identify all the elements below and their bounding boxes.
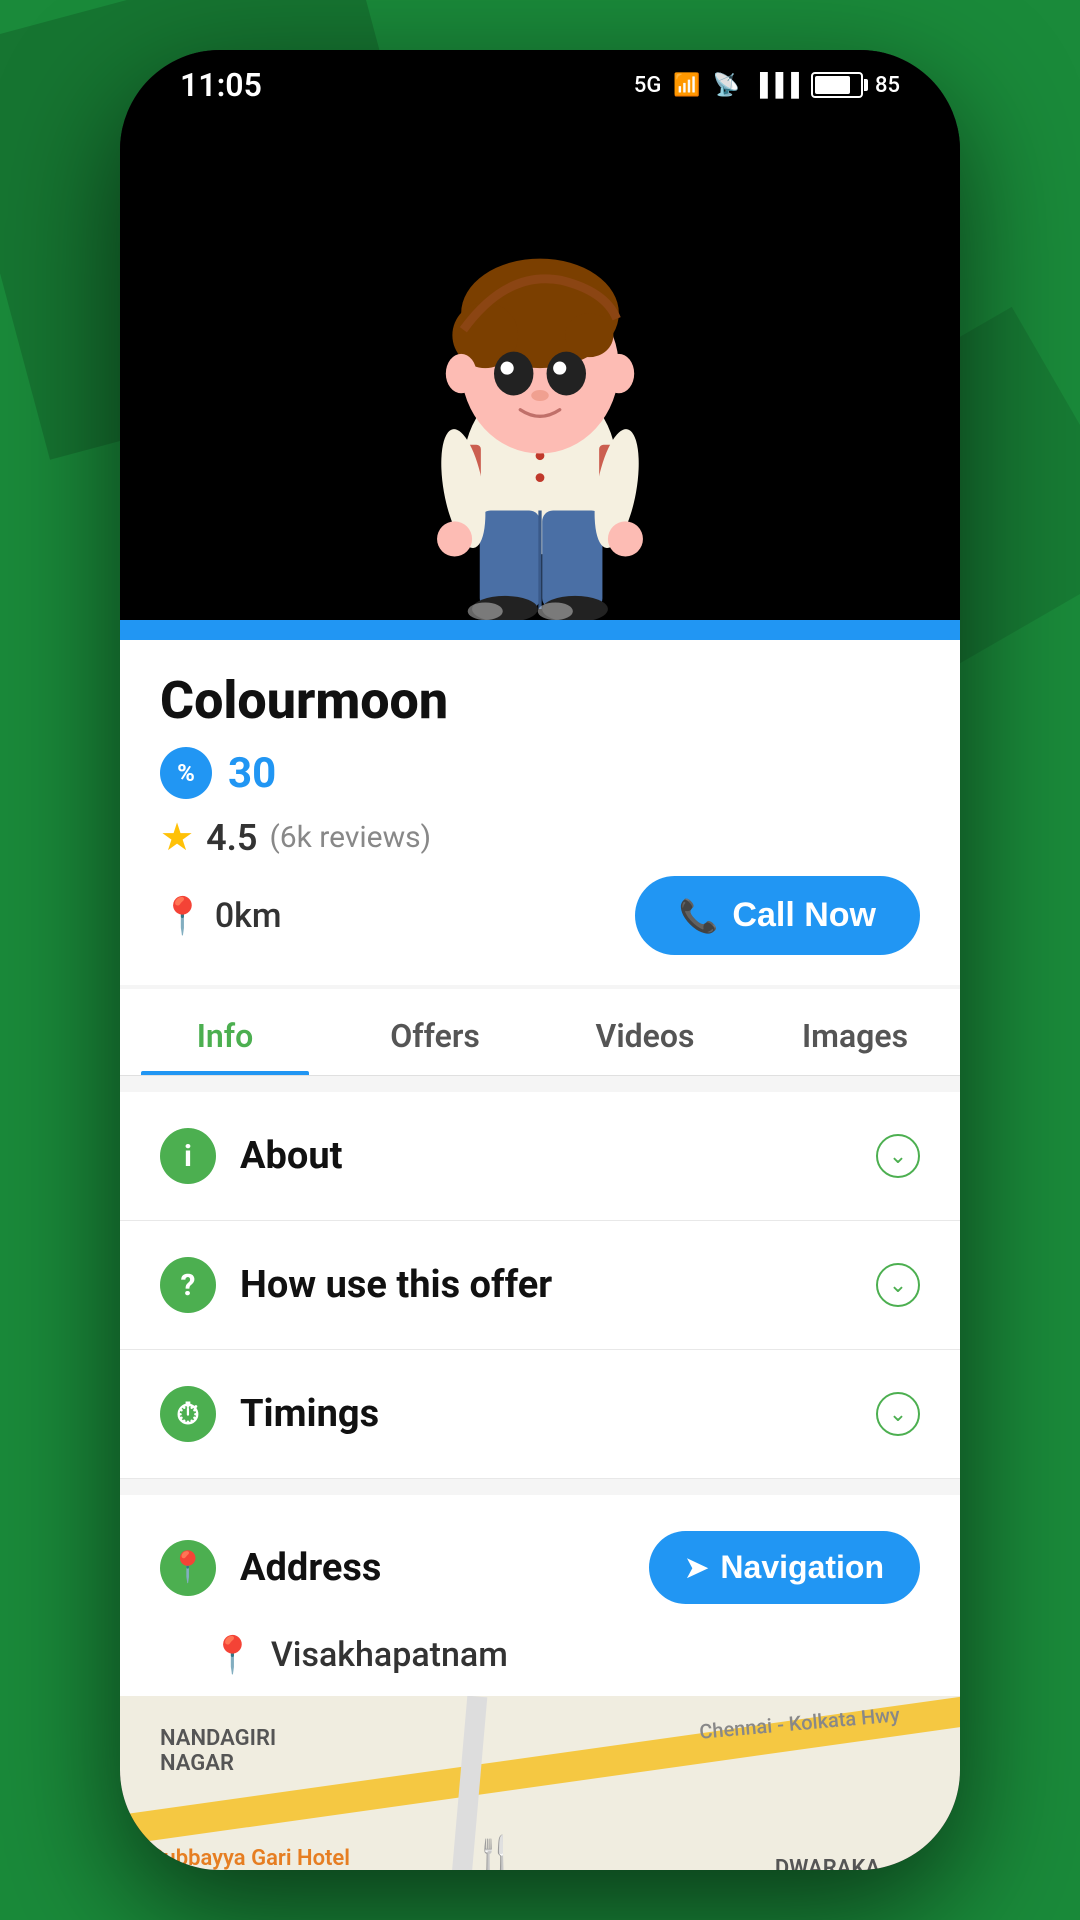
rating-row: ★ 4.5 (6k reviews) bbox=[160, 815, 920, 860]
battery-fill bbox=[815, 76, 850, 94]
city-pin-icon: 📍 bbox=[210, 1634, 255, 1676]
content-area: Colourmoon % 30 ★ 4.5 (6k reviews) 📍 0km… bbox=[120, 620, 960, 1870]
signal-icon: 📡 bbox=[713, 73, 740, 98]
accordion-container: i About ⌄ ? How use this offer ⌄ bbox=[120, 1092, 960, 1479]
address-icon: 📍 bbox=[160, 1540, 216, 1596]
rating-reviews: (6k reviews) bbox=[269, 820, 431, 855]
accordion-timings[interactable]: ⏱ Timings ⌄ bbox=[120, 1350, 960, 1479]
status-icons: 5G 📶 📡 ▐▐▐ 85 bbox=[634, 72, 900, 98]
timings-chevron-icon: ⌄ bbox=[876, 1392, 920, 1436]
navigation-arrow-icon: ➤ bbox=[685, 1551, 708, 1584]
how-use-chevron-icon: ⌄ bbox=[876, 1263, 920, 1307]
map-area[interactable]: NANDAGIRI NAGAR Chennai - Kolkata Hwy Su… bbox=[120, 1696, 960, 1870]
battery-percent: 85 bbox=[875, 73, 900, 98]
location-distance: 0km bbox=[215, 896, 282, 936]
city-name: Visakhapatnam bbox=[271, 1635, 508, 1675]
map-label-nandagiri: NANDAGIRI NAGAR bbox=[160, 1726, 276, 1776]
navigation-button[interactable]: ➤ Navigation bbox=[649, 1531, 920, 1604]
timings-title: Timings bbox=[240, 1392, 379, 1436]
blue-header-bar bbox=[120, 620, 960, 640]
accordion-timings-left: ⏱ Timings bbox=[160, 1386, 379, 1442]
hero-area bbox=[120, 120, 960, 620]
discount-number: 30 bbox=[228, 749, 276, 798]
location-call-row: 📍 0km 📞 Call Now bbox=[160, 876, 920, 955]
about-icon: i bbox=[160, 1128, 216, 1184]
about-chevron-icon: ⌄ bbox=[876, 1134, 920, 1178]
battery-icon bbox=[811, 72, 863, 98]
map-background: NANDAGIRI NAGAR Chennai - Kolkata Hwy Su… bbox=[120, 1696, 960, 1870]
accordion-how-use-left: ? How use this offer bbox=[160, 1257, 552, 1313]
address-header: 📍 Address ➤ Navigation bbox=[120, 1495, 960, 1624]
discount-badge: % bbox=[160, 747, 212, 799]
hero-character bbox=[370, 160, 710, 620]
percent-icon: % bbox=[177, 759, 195, 787]
tab-images[interactable]: Images bbox=[750, 989, 960, 1075]
timings-icon: ⏱ bbox=[160, 1386, 216, 1442]
accordion-about[interactable]: i About ⌄ bbox=[120, 1092, 960, 1221]
call-button-label: Call Now bbox=[732, 896, 876, 935]
about-title: About bbox=[240, 1134, 343, 1178]
call-now-button[interactable]: 📞 Call Now bbox=[635, 876, 920, 955]
wifi-icon: 📶 bbox=[673, 73, 700, 98]
character-illustration bbox=[370, 160, 710, 620]
business-meta: % 30 bbox=[160, 747, 920, 799]
phone-frame: 11:05 5G 📶 📡 ▐▐▐ 85 bbox=[120, 50, 960, 1870]
map-pin-marker: 🍴 bbox=[473, 1834, 518, 1870]
phone-icon: 📞 bbox=[679, 897, 719, 935]
network-icon: 5G bbox=[634, 73, 662, 98]
tab-videos[interactable]: Videos bbox=[540, 989, 750, 1075]
map-label-dwaraka: DWARAKA NAGAR bbox=[775, 1856, 880, 1870]
location-row: 📍 0km bbox=[160, 895, 282, 937]
address-title: Address bbox=[240, 1546, 381, 1590]
how-use-icon: ? bbox=[160, 1257, 216, 1313]
how-use-title: How use this offer bbox=[240, 1263, 552, 1307]
accordion-about-left: i About bbox=[160, 1128, 343, 1184]
map-label-hotel: Subbayya Gari Hotel visakhapatnam bbox=[150, 1846, 350, 1870]
location-pin-icon: 📍 bbox=[160, 895, 205, 937]
status-bar: 11:05 5G 📶 📡 ▐▐▐ 85 bbox=[120, 50, 960, 120]
address-section: 📍 Address ➤ Navigation 📍 Visakhapatnam bbox=[120, 1495, 960, 1696]
star-icon: ★ bbox=[160, 815, 194, 860]
city-row: 📍 Visakhapatnam bbox=[120, 1624, 960, 1696]
tabs-bar: Info Offers Videos Images bbox=[120, 989, 960, 1076]
tab-info[interactable]: Info bbox=[120, 989, 330, 1075]
tab-offers[interactable]: Offers bbox=[330, 989, 540, 1075]
rating-number: 4.5 bbox=[206, 817, 257, 859]
business-card: Colourmoon % 30 ★ 4.5 (6k reviews) 📍 0km… bbox=[120, 640, 960, 985]
address-header-left: 📍 Address bbox=[160, 1540, 381, 1596]
business-name: Colourmoon bbox=[160, 670, 920, 731]
navigation-button-label: Navigation bbox=[720, 1549, 884, 1586]
status-time: 11:05 bbox=[180, 66, 262, 104]
cellular-icon: ▐▐▐ bbox=[752, 72, 799, 98]
accordion-how-use[interactable]: ? How use this offer ⌄ bbox=[120, 1221, 960, 1350]
